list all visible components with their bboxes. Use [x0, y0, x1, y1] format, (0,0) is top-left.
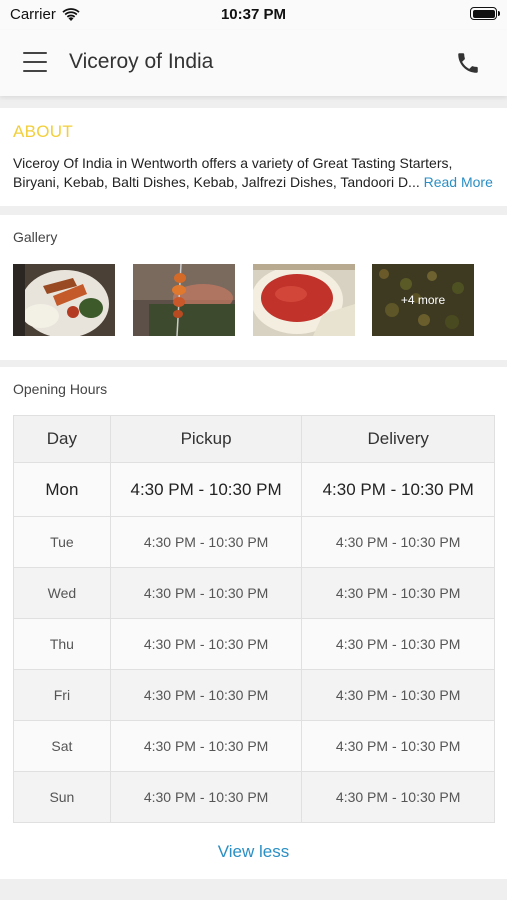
opening-hours-heading: Opening Hours	[13, 381, 108, 397]
battery-icon	[470, 7, 500, 20]
more-photos-label: +4 more	[400, 293, 446, 307]
nav-bar: Viceroy of India	[0, 30, 507, 96]
table-row: Thu 4:30 PM - 10:30 PM 4:30 PM - 10:30 P…	[13, 618, 495, 670]
pickup-cell: 4:30 PM - 10:30 PM	[109, 720, 303, 772]
delivery-cell: 4:30 PM - 10:30 PM	[301, 771, 495, 823]
column-header-day: Day	[13, 415, 111, 463]
gallery-photo-skewer[interactable]	[133, 264, 235, 336]
delivery-cell: 4:30 PM - 10:30 PM	[301, 618, 495, 670]
pickup-cell: 4:30 PM - 10:30 PM	[109, 462, 303, 517]
gallery-more-photos[interactable]: +4 more	[372, 264, 474, 336]
gallery-photo-kebab-plate[interactable]	[13, 264, 115, 336]
hamburger-icon[interactable]	[23, 52, 47, 72]
day-cell: Sat	[13, 720, 111, 772]
food-photo-icon	[253, 264, 355, 336]
clock: 10:37 PM	[220, 6, 287, 23]
about-line-1: Viceroy Of India in Wentworth offers a v…	[13, 155, 453, 171]
gallery-heading: Gallery	[13, 229, 58, 245]
phone-icon[interactable]	[455, 50, 481, 76]
delivery-cell: 4:30 PM - 10:30 PM	[301, 516, 495, 568]
day-cell: Tue	[13, 516, 111, 568]
day-cell: Wed	[13, 567, 111, 619]
pickup-cell: 4:30 PM - 10:30 PM	[109, 567, 303, 619]
food-photo-icon	[13, 264, 115, 336]
column-header-pickup: Pickup	[109, 415, 303, 463]
day-cell: Mon	[13, 462, 111, 517]
gallery-section: Gallery +4 more	[0, 215, 507, 360]
table-header-row: Day Pickup Delivery	[13, 415, 495, 463]
about-line-2: Biryani, Kebab, Balti Dishes, Kebab, Jal…	[13, 174, 420, 190]
table-row: Fri 4:30 PM - 10:30 PM 4:30 PM - 10:30 P…	[13, 669, 495, 721]
read-more-link[interactable]: Read More	[424, 174, 493, 190]
gallery-photo-sauce[interactable]	[253, 264, 355, 336]
page-title: Viceroy of India	[69, 50, 214, 73]
opening-hours-section: Opening Hours Day Pickup Delivery Mon 4:…	[0, 367, 507, 879]
status-bar: Carrier 10:37 PM	[0, 0, 507, 30]
column-header-delivery: Delivery	[301, 415, 495, 463]
pickup-cell: 4:30 PM - 10:30 PM	[109, 669, 303, 721]
about-section: ABOUT Viceroy Of India in Wentworth offe…	[0, 108, 507, 206]
opening-hours-table: Day Pickup Delivery Mon 4:30 PM - 10:30 …	[13, 415, 495, 823]
delivery-cell: 4:30 PM - 10:30 PM	[301, 462, 495, 517]
table-row: Sun 4:30 PM - 10:30 PM 4:30 PM - 10:30 P…	[13, 771, 495, 823]
delivery-cell: 4:30 PM - 10:30 PM	[301, 669, 495, 721]
day-cell: Fri	[13, 669, 111, 721]
about-heading: ABOUT	[13, 122, 74, 141]
table-row: Sat 4:30 PM - 10:30 PM 4:30 PM - 10:30 P…	[13, 720, 495, 772]
delivery-cell: 4:30 PM - 10:30 PM	[301, 720, 495, 772]
view-less-link[interactable]: View less	[0, 842, 507, 862]
day-cell: Sun	[13, 771, 111, 823]
table-row: Wed 4:30 PM - 10:30 PM 4:30 PM - 10:30 P…	[13, 567, 495, 619]
food-photo-icon	[133, 264, 235, 336]
day-cell: Thu	[13, 618, 111, 670]
pickup-cell: 4:30 PM - 10:30 PM	[109, 771, 303, 823]
table-row: Tue 4:30 PM - 10:30 PM 4:30 PM - 10:30 P…	[13, 516, 495, 568]
delivery-cell: 4:30 PM - 10:30 PM	[301, 567, 495, 619]
about-description: Viceroy Of India in Wentworth offers a v…	[13, 154, 497, 192]
pickup-cell: 4:30 PM - 10:30 PM	[109, 516, 303, 568]
table-row: Mon 4:30 PM - 10:30 PM 4:30 PM - 10:30 P…	[13, 462, 495, 517]
pickup-cell: 4:30 PM - 10:30 PM	[109, 618, 303, 670]
